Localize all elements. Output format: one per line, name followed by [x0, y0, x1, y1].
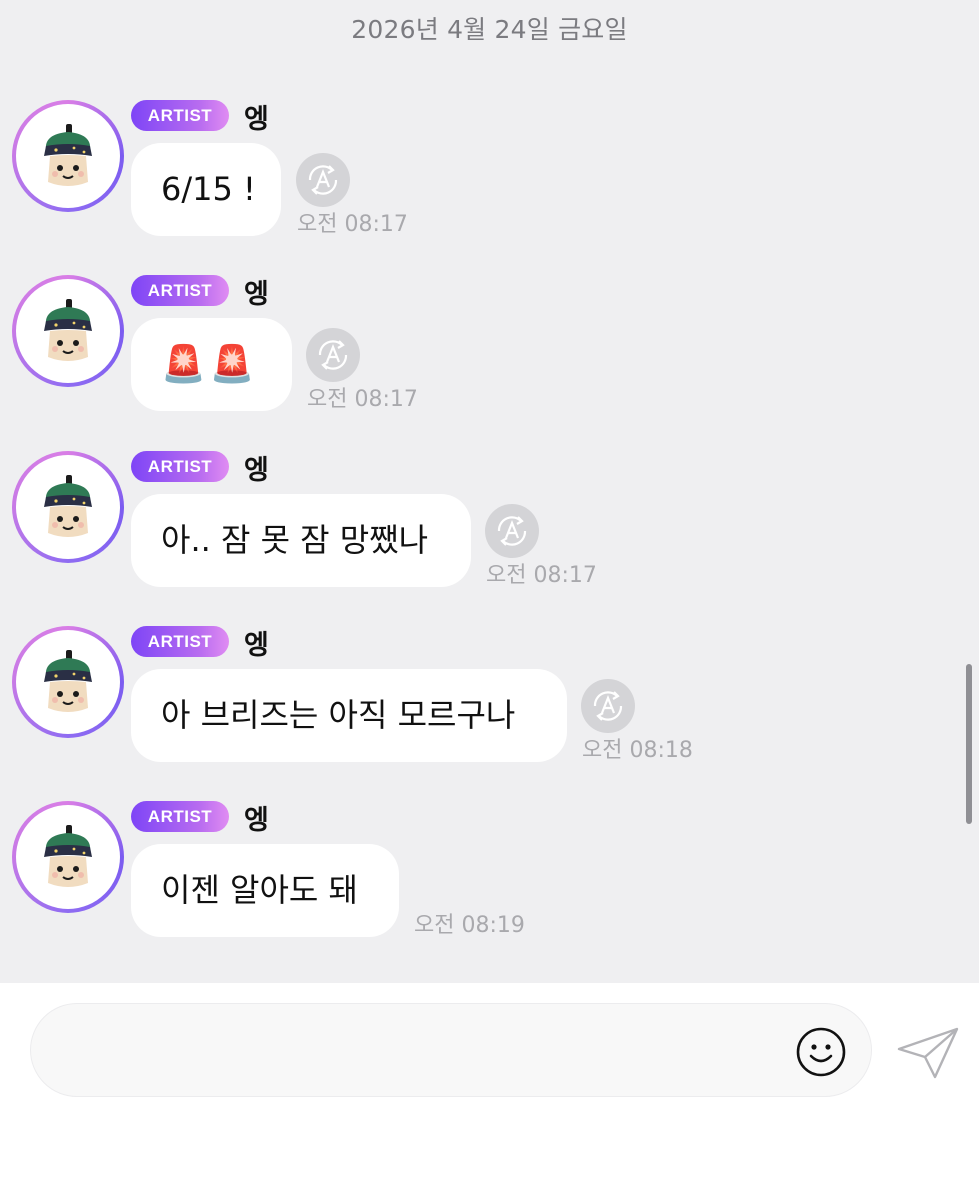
message-bubble[interactable]: 아.. 잠 못 잠 망쨌나 [131, 494, 471, 587]
character-avatar-icon [44, 475, 92, 537]
sender-name: 엥 [244, 104, 269, 135]
artist-badge: ARTIST [131, 275, 229, 306]
message-bubble[interactable]: 6/15 ! [131, 143, 281, 236]
message-input[interactable] [30, 1003, 872, 1097]
smiley-icon[interactable] [795, 1026, 847, 1078]
message-time: 오전 08:18 [582, 738, 693, 763]
sender-name: 엥 [244, 630, 269, 661]
sender-name: 엥 [244, 805, 269, 836]
artist-badge: ARTIST [131, 100, 229, 131]
message-input-bar [0, 983, 979, 1200]
message-item: ARTIST 엥 6/15 ! 오전 08:17 [0, 100, 979, 260]
translate-icon [318, 340, 348, 370]
message-item: ARTIST 엥 아.. 잠 못 잠 망쨌나 오전 08:17 [0, 451, 979, 611]
paper-plane-icon[interactable] [895, 1025, 961, 1081]
character-avatar-icon [44, 825, 92, 887]
sender-name: 엥 [244, 279, 269, 310]
avatar[interactable] [12, 626, 124, 738]
message-item: ARTIST 엥 🚨🚨 오전 08:17 [0, 275, 979, 435]
artist-badge: ARTIST [131, 626, 229, 657]
message-item: ARTIST 엥 아 브리즈는 아직 모르구나 오전 08:18 [0, 626, 979, 786]
scrollbar[interactable] [966, 664, 972, 824]
message-bubble[interactable]: 아 브리즈는 아직 모르구나 [131, 669, 567, 762]
message-time: 오전 08:17 [297, 212, 408, 237]
avatar[interactable] [12, 801, 124, 913]
translate-button[interactable] [296, 153, 350, 207]
character-avatar-icon [44, 124, 92, 186]
translate-icon [308, 165, 338, 195]
artist-badge: ARTIST [131, 801, 229, 832]
message-time: 오전 08:19 [414, 913, 525, 938]
avatar[interactable] [12, 451, 124, 563]
chat-area[interactable]: 2026년 4월 24일 금요일 ARTIST 엥 6/15 ! 오전 08:1… [0, 0, 979, 983]
character-avatar-icon [44, 650, 92, 712]
message-item: ARTIST 엥 이젠 알아도 돼 오전 08:19 [0, 801, 979, 961]
translate-icon [497, 516, 527, 546]
message-time: 오전 08:17 [486, 563, 597, 588]
translate-button[interactable] [485, 504, 539, 558]
message-time: 오전 08:17 [307, 387, 418, 412]
translate-button[interactable] [581, 679, 635, 733]
message-bubble[interactable]: 🚨🚨 [131, 318, 292, 411]
artist-badge: ARTIST [131, 451, 229, 482]
date-header: 2026년 4월 24일 금요일 [351, 15, 628, 44]
message-bubble[interactable]: 이젠 알아도 돼 [131, 844, 399, 937]
character-avatar-icon [44, 299, 92, 361]
translate-button[interactable] [306, 328, 360, 382]
avatar[interactable] [12, 275, 124, 387]
translate-icon [593, 691, 623, 721]
avatar[interactable] [12, 100, 124, 212]
sender-name: 엥 [244, 455, 269, 486]
